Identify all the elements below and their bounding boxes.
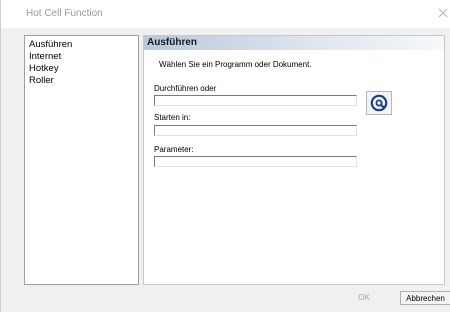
sidebar-item-label: Internet xyxy=(29,51,62,62)
parameter-label: Parameter: xyxy=(154,145,194,154)
sidebar-item-internet[interactable]: Internet xyxy=(25,51,138,63)
sidebar-item-label: Ausführen xyxy=(29,39,73,50)
start-in-label: Starten in: xyxy=(154,113,191,122)
close-icon[interactable] xyxy=(437,7,449,19)
program-input[interactable] xyxy=(154,95,357,106)
ok-button[interactable]: OK xyxy=(335,291,393,305)
browse-button[interactable] xyxy=(366,91,392,115)
start-in-input[interactable] xyxy=(154,125,357,136)
parameter-input[interactable] xyxy=(154,156,357,167)
function-list: Ausführen Internet Hotkey Roller xyxy=(24,35,139,285)
sidebar-item-roller[interactable]: Roller xyxy=(25,75,138,87)
panel-description: Wählen Sie ein Programm oder Dokument. xyxy=(159,60,312,69)
window-title: Hot Cell Function xyxy=(26,8,103,19)
dialog-window: Hot Cell Function Ausführen Internet Hot… xyxy=(0,0,450,312)
program-field-label: Durchführen oder xyxy=(154,84,217,93)
sidebar-item-hotkey[interactable]: Hotkey xyxy=(25,63,138,75)
sidebar-item-label: Roller xyxy=(29,75,54,86)
title-bar[interactable]: Hot Cell Function xyxy=(1,0,450,28)
panel-header: Ausführen xyxy=(144,36,444,50)
cancel-button[interactable]: Abbrechen xyxy=(400,291,450,305)
panel-title: Ausführen xyxy=(147,37,197,48)
settings-panel: Ausführen Wählen Sie ein Programm oder D… xyxy=(143,35,445,285)
sidebar-item-ausfuehren[interactable]: Ausführen xyxy=(25,39,138,51)
sidebar-item-label: Hotkey xyxy=(29,63,59,74)
